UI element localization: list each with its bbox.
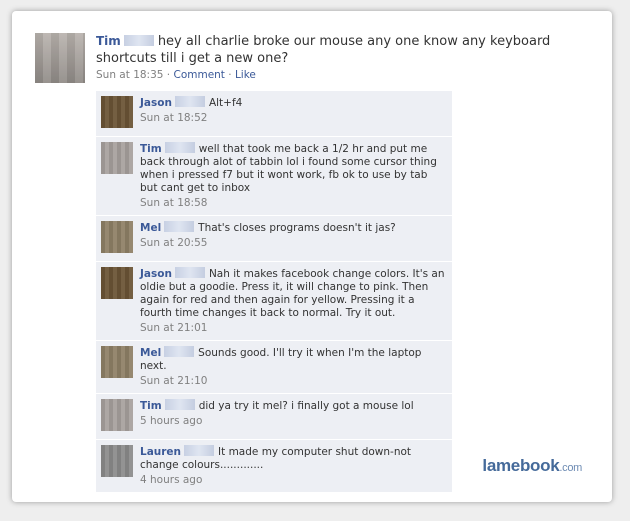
comment: Mel Sounds good. I'll try it when I'm the…: [96, 341, 452, 394]
post-meta: Sun at 18:35 · Comment · Like: [96, 69, 586, 81]
avatar[interactable]: [101, 346, 133, 378]
comment-timestamp: 5 hours ago: [140, 415, 203, 427]
commenter-name[interactable]: Mel: [140, 347, 161, 359]
redacted-surname: [164, 346, 195, 357]
brand-name: lamebook: [482, 456, 560, 475]
comment-text: Alt+f4: [208, 97, 243, 109]
commenter-name[interactable]: Mel: [140, 222, 161, 234]
comment: Tim did ya try it mel? i finally got a mo…: [96, 394, 452, 440]
post: Tim hey all charlie broke our mouse any o…: [96, 33, 586, 81]
comment-timestamp: Sun at 20:55: [140, 237, 208, 249]
comment-link[interactable]: Comment: [173, 69, 224, 81]
avatar[interactable]: [35, 33, 85, 83]
post-content: Tim hey all charlie broke our mouse any o…: [96, 33, 586, 67]
comment-text: did ya try it mel? i finally got a mouse…: [198, 400, 414, 412]
redacted-surname: [184, 445, 215, 456]
commenter-name[interactable]: Jason: [140, 268, 172, 280]
redacted-surname: [164, 399, 195, 410]
redacted-surname: [174, 267, 205, 278]
avatar[interactable]: [101, 142, 133, 174]
commenter-name[interactable]: Jason: [140, 97, 172, 109]
comment-timestamp: Sun at 18:58: [140, 197, 208, 209]
commenter-name[interactable]: Lauren: [140, 446, 181, 458]
like-link[interactable]: Like: [235, 69, 256, 81]
redacted-surname: [123, 35, 154, 46]
commenter-name[interactable]: Tim: [140, 143, 162, 155]
author-name[interactable]: Tim: [96, 34, 121, 48]
post-text: hey all charlie broke our mouse any one …: [96, 34, 551, 66]
avatar[interactable]: [101, 399, 133, 431]
story-card: Tim hey all charlie broke our mouse any o…: [12, 11, 612, 502]
comment-timestamp: Sun at 21:10: [140, 375, 208, 387]
avatar[interactable]: [101, 267, 133, 299]
comment: Jason Alt+f4 Sun at 18:52: [96, 91, 452, 137]
comment: Lauren It made my computer shut down-not …: [96, 440, 452, 493]
separator: ·: [163, 69, 174, 81]
comment: Mel That's closes programs doesn't it jas…: [96, 216, 452, 262]
comment: Tim well that took me back a 1/2 hr and p…: [96, 137, 452, 216]
comment-text: That's closes programs doesn't it jas?: [198, 222, 396, 234]
brand-domain: .com: [559, 462, 582, 474]
avatar[interactable]: [101, 221, 133, 253]
post-timestamp: Sun at 18:35: [96, 69, 164, 81]
comment-timestamp: Sun at 21:01: [140, 322, 208, 334]
comment: Jason Nah it makes facebook change colors…: [96, 262, 452, 341]
watermark-logo: lamebook.com: [482, 456, 582, 476]
redacted-surname: [164, 221, 195, 232]
redacted-surname: [164, 142, 195, 153]
comment-timestamp: 4 hours ago: [140, 474, 203, 486]
comment-list: Jason Alt+f4 Sun at 18:52 Tim well that to…: [96, 91, 452, 493]
comment-timestamp: Sun at 18:52: [140, 112, 208, 124]
redacted-surname: [174, 96, 205, 107]
separator: ·: [224, 69, 235, 81]
avatar[interactable]: [101, 96, 133, 128]
avatar[interactable]: [101, 445, 133, 477]
commenter-name[interactable]: Tim: [140, 400, 162, 412]
